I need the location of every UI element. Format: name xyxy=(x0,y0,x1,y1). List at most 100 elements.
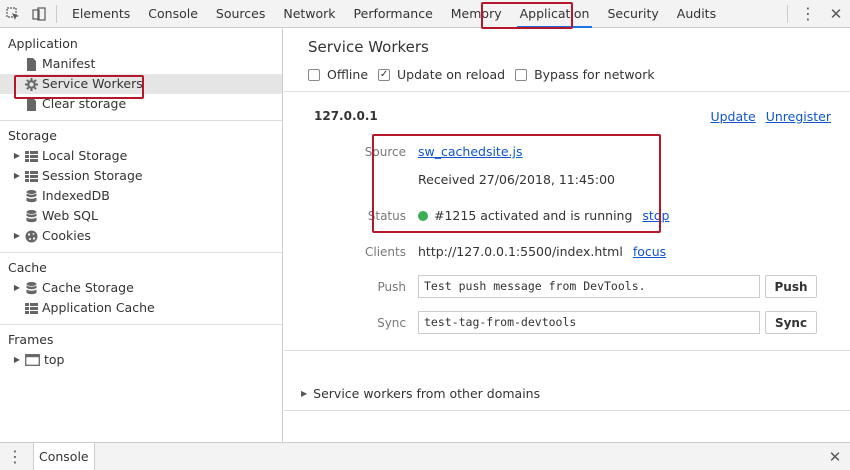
push-label: Push xyxy=(377,279,407,294)
file-icon xyxy=(24,57,38,71)
file-icon xyxy=(24,97,38,111)
clients-row: Clients http://127.0.0.1:5500/index.html… xyxy=(284,244,850,259)
expand-arrow-icon[interactable]: ▶ xyxy=(301,389,307,398)
tab-elements[interactable]: Elements xyxy=(63,0,139,28)
sidebar-item-label: Cookies xyxy=(42,228,91,243)
source-file-link[interactable]: sw_cachedsite.js xyxy=(418,144,522,159)
panel-header: Service Workers Offline ✓ Update on relo… xyxy=(284,29,850,92)
expand-arrow-icon[interactable]: ▶ xyxy=(12,278,22,298)
status-text: #1215 activated and is running xyxy=(434,208,633,223)
devtools-toolbar: Elements Console Sources Network Perform… xyxy=(0,0,850,28)
sidebar-item-label: IndexedDB xyxy=(42,188,110,203)
update-on-reload-checkbox[interactable]: ✓ xyxy=(378,68,391,81)
cookie-icon xyxy=(24,229,38,243)
worker-actions: Update Unregister xyxy=(700,109,831,124)
update-on-reload-option[interactable]: ✓ Update on reload xyxy=(378,67,505,82)
tab-memory[interactable]: Memory xyxy=(442,0,511,28)
service-worker-entry: 127.0.0.1 Update Unregister Source sw_ca… xyxy=(284,92,850,351)
sidebar-item-cache-storage[interactable]: ▶ Cache Storage xyxy=(0,278,282,298)
status-indicator-icon xyxy=(418,210,428,221)
sync-label: Sync xyxy=(377,315,406,330)
toolbar-right: ⋮ ✕ xyxy=(783,0,850,28)
sync-row: Sync test-tag-from-devtools Sync xyxy=(284,311,850,334)
inspect-element-icon[interactable] xyxy=(0,1,26,27)
offline-option[interactable]: Offline xyxy=(308,67,368,82)
sidebar-section-storage: Storage ▶ Local Storage ▶ Session Storag… xyxy=(0,121,282,253)
sidebar-item-label: Application Cache xyxy=(42,300,155,315)
sidebar-item-label: Service Workers xyxy=(42,76,143,91)
tab-network[interactable]: Network xyxy=(274,0,344,28)
tab-performance[interactable]: Performance xyxy=(345,0,442,28)
sidebar-item-cookies[interactable]: ▶ Cookies xyxy=(0,226,282,246)
received-row: Received 27/06/2018, 11:45:00 xyxy=(284,172,850,187)
tab-security[interactable]: Security xyxy=(598,0,667,28)
stop-link[interactable]: stop xyxy=(642,208,669,223)
expand-arrow-icon[interactable]: ▶ xyxy=(12,226,22,246)
sync-button[interactable]: Sync xyxy=(765,311,817,334)
more-options-icon[interactable]: ⋮ xyxy=(794,0,822,28)
offline-label: Offline xyxy=(327,67,369,82)
push-button[interactable]: Push xyxy=(765,275,817,298)
sidebar-section-application: Application Manifest Service Workers Cle… xyxy=(0,29,282,121)
tab-console[interactable]: Console xyxy=(139,0,207,28)
sidebar: Application Manifest Service Workers Cle… xyxy=(0,29,283,442)
push-message-input[interactable]: Test push message from DevTools. xyxy=(418,275,760,298)
sidebar-item-application-cache[interactable]: Application Cache xyxy=(0,298,282,318)
database-icon xyxy=(24,209,38,223)
expand-arrow-icon[interactable]: ▶ xyxy=(12,146,22,166)
status-row: Status #1215 activated and is running st… xyxy=(284,208,850,223)
close-drawer-icon[interactable]: ✕ xyxy=(820,443,850,470)
tab-sources[interactable]: Sources xyxy=(207,0,274,28)
other-domains-label: Service workers from other domains xyxy=(313,385,541,401)
sidebar-item-label: top xyxy=(44,352,65,367)
unregister-link[interactable]: Unregister xyxy=(766,109,831,124)
source-row: Source sw_cachedsite.js xyxy=(284,144,850,159)
source-label: Source xyxy=(364,144,406,159)
sidebar-item-session-storage[interactable]: ▶ Session Storage xyxy=(0,166,282,186)
status-label: Status xyxy=(367,208,406,223)
sidebar-item-local-storage[interactable]: ▶ Local Storage xyxy=(0,146,282,166)
drawer-bar: ⋮ Console ✕ xyxy=(0,442,850,470)
grid-icon xyxy=(24,301,38,315)
update-link[interactable]: Update xyxy=(710,109,755,124)
sidebar-item-label: Manifest xyxy=(42,56,96,71)
tab-audits[interactable]: Audits xyxy=(668,0,725,28)
sidebar-section-title: Cache xyxy=(8,260,47,275)
close-icon[interactable]: ✕ xyxy=(822,0,850,28)
drawer-menu-icon[interactable]: ⋮ xyxy=(0,443,30,470)
focus-link[interactable]: focus xyxy=(633,244,666,259)
sidebar-item-label: Clear storage xyxy=(42,96,127,111)
toolbar-divider xyxy=(56,4,57,23)
sidebar-item-label: Web SQL xyxy=(42,208,98,223)
offline-checkbox[interactable] xyxy=(308,68,320,81)
grid-icon xyxy=(24,169,38,183)
gear-icon xyxy=(24,77,38,91)
sidebar-item-frame-top[interactable]: ▶ top xyxy=(0,350,282,370)
expand-arrow-icon[interactable]: ▶ xyxy=(12,166,22,186)
sync-tag-input[interactable]: test-tag-from-devtools xyxy=(418,311,760,334)
expand-arrow-icon[interactable]: ▶ xyxy=(12,350,22,370)
update-on-reload-label: Update on reload xyxy=(397,67,506,82)
sidebar-section-cache: Cache ▶ Cache Storage Application Cache xyxy=(0,253,282,325)
worker-host: 127.0.0.1 xyxy=(314,109,378,123)
sidebar-item-label: Cache Storage xyxy=(42,280,134,295)
drawer-tab-console[interactable]: Console xyxy=(33,443,95,470)
database-icon xyxy=(24,189,38,203)
bypass-checkbox[interactable] xyxy=(515,68,528,81)
sidebar-section-title: Application xyxy=(8,36,78,51)
page-title: Service Workers xyxy=(308,38,429,56)
device-toolbar-icon[interactable] xyxy=(26,1,52,27)
received-text: Received 27/06/2018, 11:45:00 xyxy=(418,172,615,187)
clients-label: Clients xyxy=(365,244,406,259)
tab-application[interactable]: Application xyxy=(511,0,599,28)
bypass-label: Bypass for network xyxy=(534,67,655,82)
bypass-option[interactable]: Bypass for network xyxy=(515,67,655,82)
other-domains-section[interactable]: ▶ Service workers from other domains xyxy=(284,376,850,411)
sidebar-item-web-sql[interactable]: Web SQL xyxy=(0,206,282,226)
grid-icon xyxy=(24,149,38,163)
sidebar-item-clear-storage[interactable]: Clear storage xyxy=(0,94,282,114)
sidebar-item-indexeddb[interactable]: IndexedDB xyxy=(0,186,282,206)
sidebar-item-service-workers[interactable]: Service Workers xyxy=(0,74,282,94)
sidebar-item-manifest[interactable]: Manifest xyxy=(0,54,282,74)
sidebar-item-label: Session Storage xyxy=(42,168,143,183)
